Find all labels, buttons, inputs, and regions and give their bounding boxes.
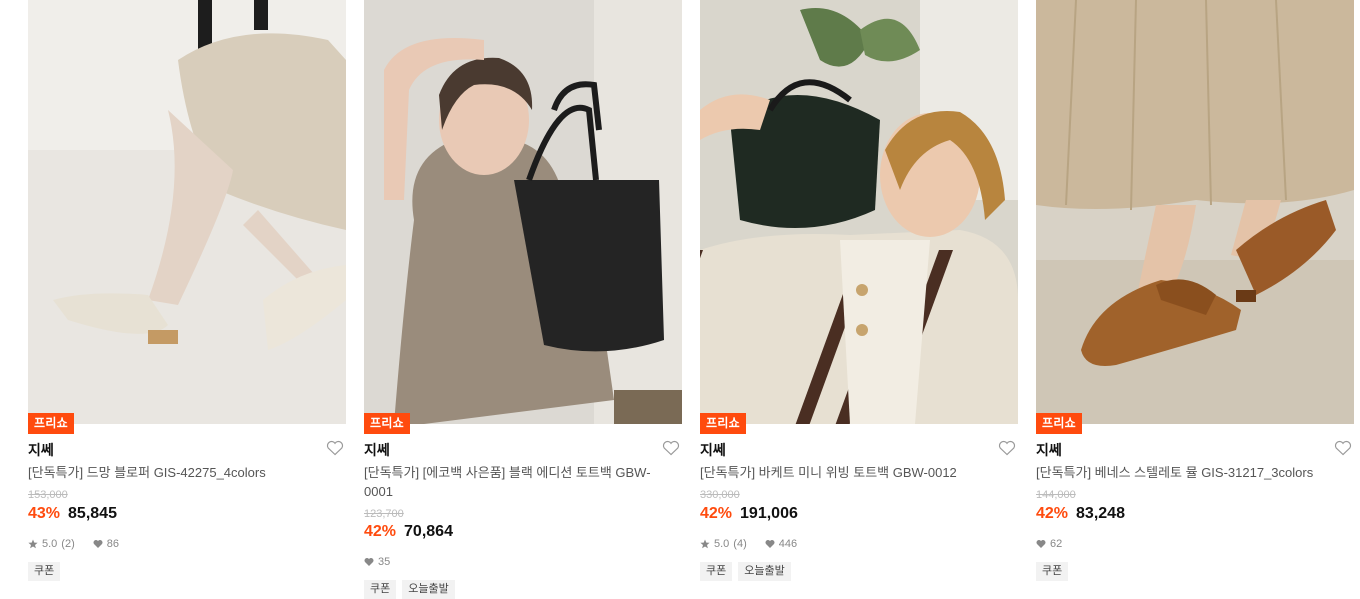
like-count: 446	[778, 538, 798, 550]
product-photo-woven-tote	[700, 0, 1018, 424]
product-title[interactable]: [단독특가] 베네스 스텔레토 뮬 GIS-31217_3colors	[1036, 463, 1336, 482]
rating-value: 5.0	[42, 538, 58, 550]
same-day-shipping-tag: 오늘출발	[402, 580, 455, 599]
brand-name[interactable]: 지쎄	[1036, 440, 1062, 460]
like-count: 35	[378, 556, 391, 568]
product-title[interactable]: [단독특가] 드망 블로퍼 GIS-42275_4colors	[28, 463, 328, 482]
product-card[interactable]: 프리쇼 지쎄 [단독특가] 바케트 미니 위빙 토트백 GBW-0012 330…	[700, 0, 1018, 597]
product-image[interactable]	[1036, 0, 1354, 424]
product-title[interactable]: [단독특가] 바케트 미니 위빙 토트백 GBW-0012	[700, 463, 1000, 482]
original-price: 123,700	[364, 508, 404, 520]
discount-rate: 43%	[28, 505, 61, 522]
sale-price: 85,845	[68, 505, 117, 522]
sale-price: 191,006	[740, 505, 798, 522]
price-row: 42% 70,864	[364, 523, 453, 545]
tag-list: 쿠폰 오늘출발	[700, 562, 791, 581]
rating-value: 5.0	[714, 538, 730, 550]
review-meta: 35	[364, 555, 390, 569]
review-meta: 5.0 (4) 446	[700, 537, 797, 551]
original-price: 330,000	[700, 489, 740, 501]
preshow-badge: 프리쇼	[364, 413, 411, 434]
price-row: 42% 191,006	[700, 505, 798, 527]
product-card[interactable]: 프리쇼 지쎄 [단독특가] 베네스 스텔레토 뮬 GIS-31217_3colo…	[1036, 0, 1354, 597]
wishlist-heart-icon[interactable]	[662, 440, 680, 456]
brand-name[interactable]: 지쎄	[364, 440, 390, 460]
review-meta: 62	[1036, 537, 1062, 551]
review-meta: 5.0 (2) 86	[28, 537, 119, 551]
like-heart-icon	[93, 540, 103, 548]
wishlist-heart-icon[interactable]	[1334, 440, 1352, 456]
like-heart-icon	[1036, 540, 1046, 548]
coupon-tag: 쿠폰	[364, 580, 397, 599]
wishlist-heart-icon[interactable]	[326, 440, 344, 456]
price-row: 43% 85,845	[28, 505, 117, 527]
tag-list: 쿠폰	[28, 562, 61, 581]
like-heart-icon	[364, 558, 374, 566]
product-photo-mule	[1036, 0, 1354, 424]
preshow-badge: 프리쇼	[28, 413, 75, 434]
original-price: 153,000	[28, 489, 68, 501]
product-image[interactable]	[28, 0, 346, 424]
coupon-tag: 쿠폰	[700, 562, 733, 581]
brand-name[interactable]: 지쎄	[28, 440, 54, 460]
coupon-tag: 쿠폰	[28, 562, 61, 581]
sale-price: 83,248	[1076, 505, 1125, 522]
sale-price: 70,864	[404, 523, 453, 540]
like-heart-icon	[765, 540, 775, 548]
product-image[interactable]	[364, 0, 682, 424]
review-count: (4)	[733, 538, 747, 550]
price-row: 42% 83,248	[1036, 505, 1125, 527]
preshow-badge: 프리쇼	[700, 413, 747, 434]
tag-list: 쿠폰	[1036, 562, 1069, 581]
tag-list: 쿠폰 오늘출발	[364, 580, 455, 599]
coupon-tag: 쿠폰	[1036, 562, 1069, 581]
product-image[interactable]	[700, 0, 1018, 424]
wishlist-heart-icon[interactable]	[998, 440, 1016, 456]
star-icon	[28, 539, 38, 549]
product-title[interactable]: [단독특가] [에코백 사은품] 블랙 에디션 토트백 GBW-0001	[364, 463, 664, 501]
original-price: 144,000	[1036, 489, 1076, 501]
star-icon	[700, 539, 710, 549]
product-photo-loafer	[28, 0, 346, 424]
review-count: (2)	[61, 538, 75, 550]
product-card[interactable]: 프리쇼 지쎄 [단독특가] [에코백 사은품] 블랙 에디션 토트백 GBW-0…	[364, 0, 682, 599]
discount-rate: 42%	[700, 505, 733, 522]
like-count: 86	[106, 538, 119, 550]
product-photo-tote	[364, 0, 682, 424]
same-day-shipping-tag: 오늘출발	[738, 562, 791, 581]
like-count: 62	[1050, 538, 1063, 550]
product-card[interactable]: 프리쇼 지쎄 [단독특가] 드망 블로퍼 GIS-42275_4colors 1…	[28, 0, 346, 597]
discount-rate: 42%	[364, 523, 397, 540]
discount-rate: 42%	[1036, 505, 1069, 522]
preshow-badge: 프리쇼	[1036, 413, 1083, 434]
brand-name[interactable]: 지쎄	[700, 440, 726, 460]
